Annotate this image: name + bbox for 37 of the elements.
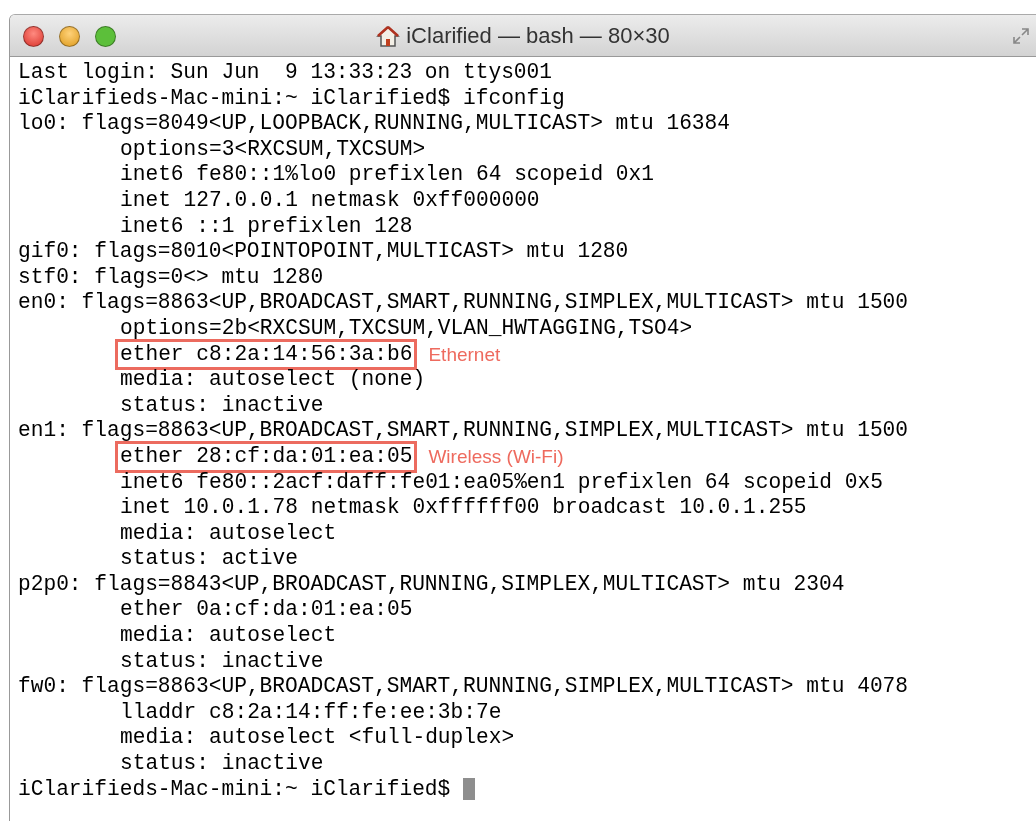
terminal-line: fw0: flags=8863<UP,BROADCAST,SMART,RUNNING,SIMPLEX,MULTICAST> mtu 4078	[18, 674, 909, 700]
terminal-line: status: inactive	[120, 751, 324, 777]
terminal-line: p2p0: flags=8843<UP,BROADCAST,RUNNING,SIMPLEX,MULTICAST> mtu 2304	[18, 571, 845, 598]
terminal-line: options=2b<RXCSUM,TXCSUM,VLAN_HWTAGGING,TSO4>	[120, 315, 693, 342]
terminal-line: en1: flags=8863<UP,BROADCAST,SMART,RUNNING,SIMPLEX,MULTICAST> mtu 1500	[18, 418, 909, 444]
terminal-line: status: inactive	[120, 392, 324, 419]
annotation-label: Wireless (Wi-Fi)	[428, 444, 564, 469]
terminal-line: inet6 ::1 prefixlen 128	[120, 213, 413, 240]
terminal-line: lladdr c8:2a:14:ff:fe:ee:3b:7e	[120, 699, 502, 726]
highlighted-output-line: ether c8:2a:14:56:3a:b6	[118, 341, 415, 368]
terminal-line: status: active	[120, 546, 298, 572]
terminal-line: media: autoselect	[120, 623, 337, 649]
terminal-line: media: autoselect (none)	[120, 367, 426, 393]
close-button[interactable]	[23, 26, 44, 47]
terminal-line: status: inactive	[120, 648, 324, 675]
terminal-line: media: autoselect <full-duplex>	[120, 725, 515, 752]
terminal-line: stf0: flags=0<> mtu 1280	[18, 264, 324, 291]
terminal-line: inet 127.0.0.1 netmask 0xff000000	[120, 187, 540, 214]
terminal-line: options=3<RXCSUM,TXCSUM>	[120, 136, 426, 163]
zoom-button[interactable]	[95, 26, 116, 47]
terminal-line: en0: flags=8863<UP,BROADCAST,SMART,RUNNING,SIMPLEX,MULTICAST> mtu 1500	[18, 290, 909, 316]
terminal-line: Last login: Sun Jun 9 13:33:23 on ttys001	[18, 60, 552, 86]
annotation-label: Ethernet	[428, 342, 501, 367]
terminal-line: iClarifieds-Mac-mini:~ iClarified$	[18, 776, 451, 803]
terminal-line: inet6 fe80::1%lo0 prefixlen 64 scopeid 0x1	[120, 162, 654, 188]
terminal-line: ether 0a:cf:da:01:ea:05	[120, 597, 413, 624]
highlighted-output-line: ether 28:cf:da:01:ea:05	[118, 443, 415, 470]
window-title: iClarified — bash — 80×30	[406, 22, 670, 50]
minimize-button[interactable]	[59, 26, 80, 47]
terminal-line: media: autoselect	[120, 520, 337, 547]
house-icon	[376, 23, 401, 48]
fullscreen-icon[interactable]	[1012, 27, 1030, 45]
terminal-line: iClarifieds-Mac-mini:~ iClarified$ ifconfig	[18, 85, 565, 112]
terminal-line: inet 10.0.1.78 netmask 0xffffff00 broadcast 10.0.1.255	[120, 495, 807, 521]
terminal-line: lo0: flags=8049<UP,LOOPBACK,RUNNING,MULTICAST> mtu 16384	[18, 111, 731, 137]
terminal-line: inet6 fe80::2acf:daff:fe01:ea05%en1 prefixlen 64 scopeid 0x5	[120, 469, 883, 496]
terminal-line: gif0: flags=8010<POINTOPOINT,MULTICAST> mtu 1280	[18, 239, 629, 265]
